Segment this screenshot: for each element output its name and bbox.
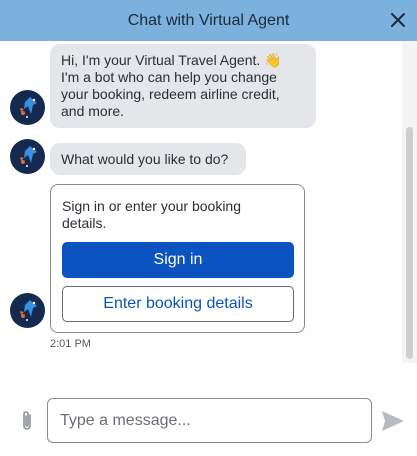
message-line: I'm a bot who can help you change: [61, 69, 277, 85]
message-input[interactable]: [47, 398, 372, 443]
message-composer: [0, 385, 417, 456]
card-prompt-line: Sign in or enter your booking: [62, 198, 241, 214]
bot-message-bubble: Hi, I'm your Virtual Travel Agent. 👋 I'm…: [50, 44, 316, 128]
enter-booking-details-button[interactable]: Enter booking details: [62, 286, 294, 322]
chat-title: Chat with Virtual Agent: [127, 11, 290, 29]
bot-avatar: [10, 90, 45, 125]
card-prompt: Sign in or enter your booking details.: [62, 198, 241, 232]
bot-avatar: [10, 293, 45, 328]
send-icon[interactable]: [381, 410, 405, 432]
message-line: and more.: [61, 103, 125, 119]
scrollbar-thumb[interactable]: [406, 127, 413, 359]
sign-in-card: Sign in or enter your booking details. S…: [50, 184, 305, 333]
close-icon[interactable]: [388, 10, 408, 30]
paperclip-icon[interactable]: [18, 409, 36, 433]
message-line: Hi, I'm your Virtual Travel Agent. 👋: [61, 52, 282, 68]
card-prompt-line: details.: [62, 215, 107, 231]
sign-in-button[interactable]: Sign in: [62, 242, 294, 278]
message-timestamp: 2:01 PM: [50, 338, 91, 350]
message-line: What would you like to do?: [61, 151, 229, 167]
transcript-scrollbar[interactable]: [402, 41, 417, 363]
chat-header: Chat with Virtual Agent: [0, 0, 417, 41]
bot-message-bubble: What would you like to do?: [50, 143, 246, 175]
message-line: your booking, redeem airline credit,: [61, 86, 280, 102]
bot-avatar: [10, 139, 45, 174]
